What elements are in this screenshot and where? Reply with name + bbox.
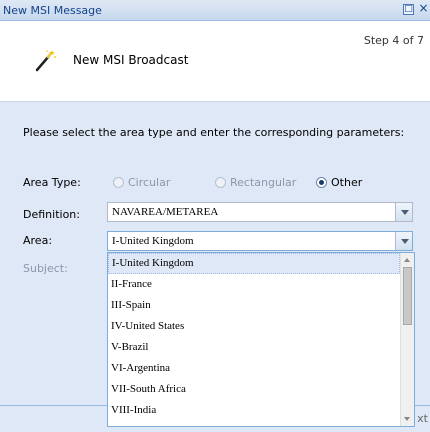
- radio-rectangular-indicator[interactable]: [215, 177, 226, 188]
- radio-circular-indicator[interactable]: [113, 177, 124, 188]
- area-combobox[interactable]: I-United Kingdom: [107, 231, 413, 251]
- list-item[interactable]: V-Brazil: [108, 337, 400, 358]
- definition-label: Definition:: [23, 208, 80, 221]
- magic-wand-icon: [35, 50, 56, 72]
- scroll-up-icon[interactable]: [404, 258, 410, 262]
- maximize-icon[interactable]: □: [403, 4, 414, 15]
- area-type-label: Area Type:: [23, 176, 81, 189]
- radio-circular[interactable]: Circular: [113, 176, 170, 189]
- next-button[interactable]: xt: [417, 412, 428, 425]
- radio-rectangular[interactable]: Rectangular: [215, 176, 296, 189]
- window-titlebar[interactable]: New MSI Message □ ×: [0, 0, 430, 21]
- radio-other-indicator[interactable]: [316, 177, 327, 188]
- list-item[interactable]: VIII-India: [108, 400, 400, 421]
- area-value: I-United Kingdom: [112, 235, 194, 247]
- radio-other-label: Other: [331, 176, 363, 189]
- definition-combobox[interactable]: NAVAREA/METAREA: [107, 202, 413, 222]
- dropdown-scrollbar[interactable]: [400, 253, 414, 426]
- chevron-down-icon[interactable]: [395, 203, 412, 221]
- list-item[interactable]: II-France: [108, 274, 400, 295]
- radio-other[interactable]: Other: [316, 176, 362, 189]
- list-item[interactable]: VII-South Africa: [108, 379, 400, 400]
- definition-value: NAVAREA/METAREA: [112, 206, 219, 218]
- list-item[interactable]: IV-United States: [108, 316, 400, 337]
- instruction-text: Please select the area type and enter th…: [23, 126, 405, 139]
- wizard-title: New MSI Broadcast: [73, 53, 189, 67]
- scroll-down-icon[interactable]: [404, 417, 410, 421]
- radio-circular-label: Circular: [128, 176, 171, 189]
- close-icon[interactable]: ×: [418, 2, 429, 15]
- subject-label: Subject:: [23, 262, 68, 275]
- scrollbar-thumb[interactable]: [403, 267, 412, 325]
- list-item[interactable]: I-United Kingdom: [108, 253, 400, 274]
- radio-rectangular-label: Rectangular: [230, 176, 297, 189]
- msi-message-window: New MSI Message □ × Step 4 of 7 New MSI …: [0, 0, 430, 432]
- list-item[interactable]: III-Spain: [108, 295, 400, 316]
- area-dropdown-list[interactable]: I-United Kingdom II-France III-Spain IV-…: [107, 252, 415, 427]
- step-indicator: Step 4 of 7: [363, 34, 424, 47]
- list-item[interactable]: VI-Argentina: [108, 358, 400, 379]
- wizard-header: Step 4 of 7 New MSI Broadcast: [0, 21, 430, 102]
- area-label: Area:: [23, 234, 53, 247]
- window-title: New MSI Message: [3, 4, 102, 17]
- chevron-down-icon[interactable]: [395, 232, 412, 250]
